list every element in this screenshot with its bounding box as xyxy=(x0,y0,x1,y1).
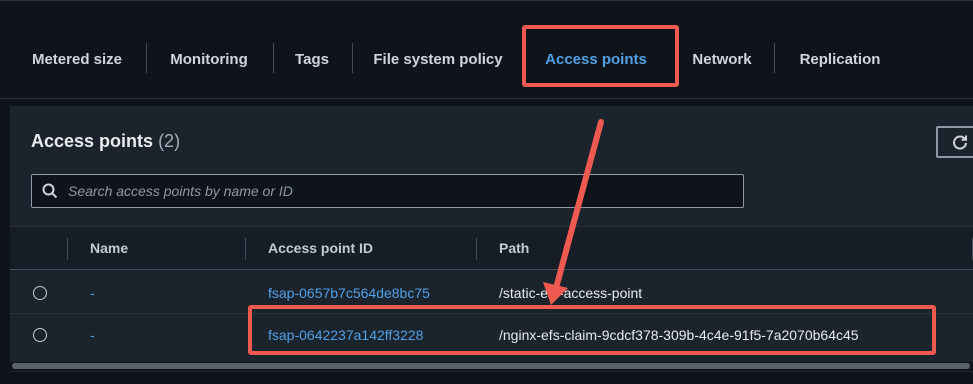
refresh-button[interactable] xyxy=(936,126,973,158)
column-header-path[interactable]: Path xyxy=(499,227,529,269)
column-divider xyxy=(67,238,68,260)
tab-divider xyxy=(273,43,274,73)
tab-network[interactable]: Network xyxy=(682,20,762,98)
tab-divider xyxy=(146,43,147,73)
refresh-icon xyxy=(953,135,967,150)
table-row: - fsap-0657b7c564de8bc75 /static-efs-acc… xyxy=(10,272,973,314)
tab-divider xyxy=(774,43,775,73)
tab-metered-size[interactable]: Metered size xyxy=(16,20,138,98)
column-divider xyxy=(476,238,477,260)
access-point-path: /nginx-efs-claim-9cdcf378-309b-4c4e-91f5… xyxy=(499,327,859,343)
tab-divider xyxy=(352,43,353,73)
tab-monitoring[interactable]: Monitoring xyxy=(155,20,263,98)
search-icon xyxy=(42,183,58,199)
row-name: - xyxy=(90,285,95,301)
scrollbar-thumb[interactable] xyxy=(12,363,970,369)
access-points-panel: Access points (2) Name Access point ID P… xyxy=(10,106,973,372)
tab-replication[interactable]: Replication xyxy=(786,20,894,98)
access-point-id-link[interactable]: fsap-0657b7c564de8bc75 xyxy=(268,272,430,314)
tab-tags[interactable]: Tags xyxy=(280,20,344,98)
panel-title: Access points (2) xyxy=(31,131,180,152)
tabs-underline xyxy=(0,98,973,99)
column-divider xyxy=(245,238,246,260)
tab-access-points[interactable]: Access points xyxy=(530,20,662,98)
table-header: Name Access point ID Path xyxy=(10,226,973,270)
horizontal-scrollbar[interactable] xyxy=(10,362,973,371)
panel-title-text: Access points xyxy=(31,131,154,151)
access-point-id-link[interactable]: fsap-0642237a142ff3228 xyxy=(268,314,423,356)
column-header-access-point-id[interactable]: Access point ID xyxy=(268,227,373,269)
column-header-name[interactable]: Name xyxy=(90,227,128,269)
tab-file-system-policy[interactable]: File system policy xyxy=(362,20,514,98)
tab-bar: Metered size Monitoring Tags File system… xyxy=(0,20,973,98)
row-name: - xyxy=(90,327,95,343)
top-border xyxy=(0,0,973,1)
panel-title-count: (2) xyxy=(158,131,181,151)
row-select-radio[interactable] xyxy=(33,328,47,342)
table-row: - fsap-0642237a142ff3228 /nginx-efs-clai… xyxy=(10,314,973,356)
search-input[interactable] xyxy=(66,182,743,200)
access-point-path: /static-efs-access-point xyxy=(499,285,643,301)
row-select-radio[interactable] xyxy=(33,286,47,300)
search-field[interactable] xyxy=(31,174,744,208)
